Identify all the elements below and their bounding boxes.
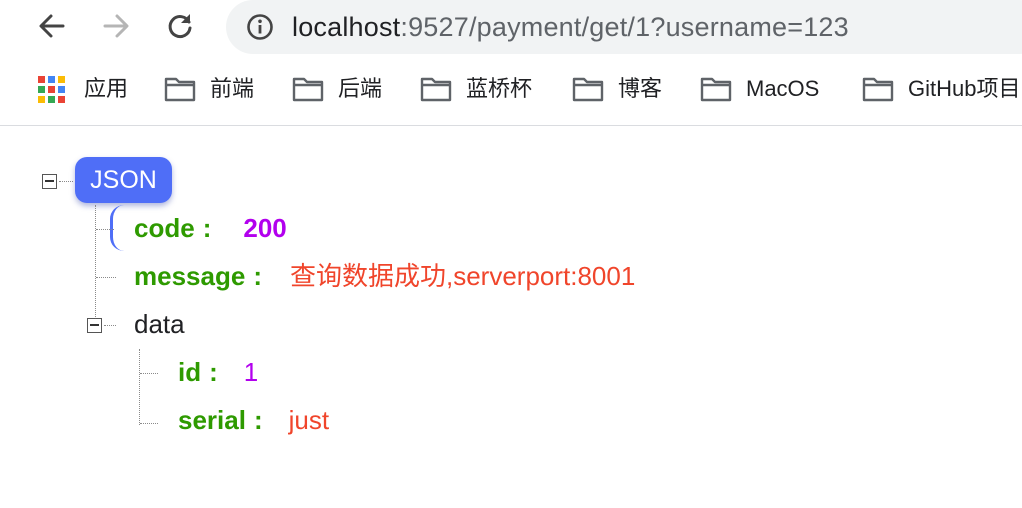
json-colon: : bbox=[253, 405, 263, 435]
back-arrow-icon bbox=[39, 14, 65, 38]
tree-connector bbox=[96, 229, 114, 230]
bookmark-folder-github[interactable]: GitHub项目 bbox=[862, 73, 1020, 105]
json-root-badge[interactable]: JSON bbox=[75, 157, 172, 203]
bookmark-folder-lanqiao[interactable]: 蓝桥杯 bbox=[420, 73, 532, 105]
address-bar[interactable]: localhost:9527/payment/get/1?username=12… bbox=[226, 0, 1022, 54]
tree-connector bbox=[95, 205, 96, 329]
url-path: :9527/payment/get/1?username=123 bbox=[400, 12, 849, 42]
bookmark-folder-frontend[interactable]: 前端 bbox=[164, 73, 254, 105]
json-value-number: 1 bbox=[243, 357, 259, 387]
url-host: localhost bbox=[292, 12, 401, 42]
browser-toolbar: localhost:9527/payment/get/1?username=12… bbox=[0, 0, 1022, 56]
tree-connector bbox=[96, 277, 116, 278]
bookmark-folder-blog[interactable]: 博客 bbox=[572, 73, 662, 105]
folder-icon bbox=[700, 77, 732, 102]
collapse-data-toggle[interactable] bbox=[87, 318, 102, 333]
folder-icon bbox=[292, 77, 324, 102]
bookmark-label: 博客 bbox=[618, 76, 663, 101]
tree-connector bbox=[140, 373, 158, 374]
json-row-code[interactable]: code: 200 bbox=[134, 211, 287, 245]
url-text[interactable]: localhost:9527/payment/get/1?username=12… bbox=[292, 11, 849, 43]
folder-icon bbox=[420, 77, 452, 102]
json-key: id bbox=[178, 357, 202, 387]
tree-connector bbox=[140, 423, 158, 424]
json-colon: : bbox=[202, 213, 212, 243]
highlight-bracket bbox=[110, 205, 126, 251]
bookmark-label: 前端 bbox=[210, 76, 255, 101]
json-colon: : bbox=[209, 357, 218, 387]
json-value-number: 200 bbox=[243, 213, 287, 243]
json-key: data bbox=[134, 309, 185, 339]
folder-icon bbox=[164, 77, 196, 102]
bookmarks-bar: 应用 前端 后端 蓝桥杯 博客 MacOS GitHub项目 bbox=[0, 56, 1022, 126]
folder-icon bbox=[862, 77, 894, 102]
bookmark-label: 后端 bbox=[338, 76, 383, 101]
json-key: message bbox=[134, 261, 246, 291]
bookmark-label: MacOS bbox=[746, 76, 820, 101]
back-button[interactable] bbox=[28, 4, 76, 48]
json-key: serial bbox=[178, 405, 246, 435]
json-colon: : bbox=[253, 261, 262, 291]
json-value-string: 查询数据成功,serverport:8001 bbox=[289, 261, 636, 291]
json-key: code bbox=[134, 213, 195, 243]
json-row-serial[interactable]: serial: just bbox=[178, 403, 329, 437]
json-row-message[interactable]: message: 查询数据成功,serverport:8001 bbox=[134, 259, 635, 293]
tree-connector bbox=[104, 325, 116, 326]
forward-button[interactable] bbox=[92, 4, 140, 48]
reload-button[interactable] bbox=[156, 4, 204, 48]
forward-arrow-icon bbox=[103, 14, 129, 38]
reload-icon bbox=[168, 14, 192, 38]
bookmark-folder-macos[interactable]: MacOS bbox=[700, 73, 819, 105]
json-viewer: JSON code: 200 message: 查询数据成功,serverport:… bbox=[0, 127, 1022, 508]
bookmark-apps[interactable]: 应用 bbox=[38, 73, 128, 105]
tree-connector bbox=[59, 181, 73, 182]
folder-icon bbox=[572, 77, 604, 102]
json-row-id[interactable]: id:1 bbox=[178, 355, 258, 389]
json-row-data[interactable]: data bbox=[134, 307, 185, 341]
bookmark-folder-backend[interactable]: 后端 bbox=[292, 73, 382, 105]
tree-connector bbox=[139, 349, 140, 425]
apps-grid-icon bbox=[38, 75, 65, 103]
bookmark-label: GitHub项目 bbox=[908, 76, 1021, 101]
info-icon[interactable] bbox=[246, 13, 274, 41]
json-value-string: just bbox=[288, 405, 330, 435]
bookmark-label: 应用 bbox=[84, 76, 129, 101]
bookmark-label: 蓝桥杯 bbox=[466, 76, 533, 101]
collapse-root-toggle[interactable] bbox=[42, 174, 57, 189]
